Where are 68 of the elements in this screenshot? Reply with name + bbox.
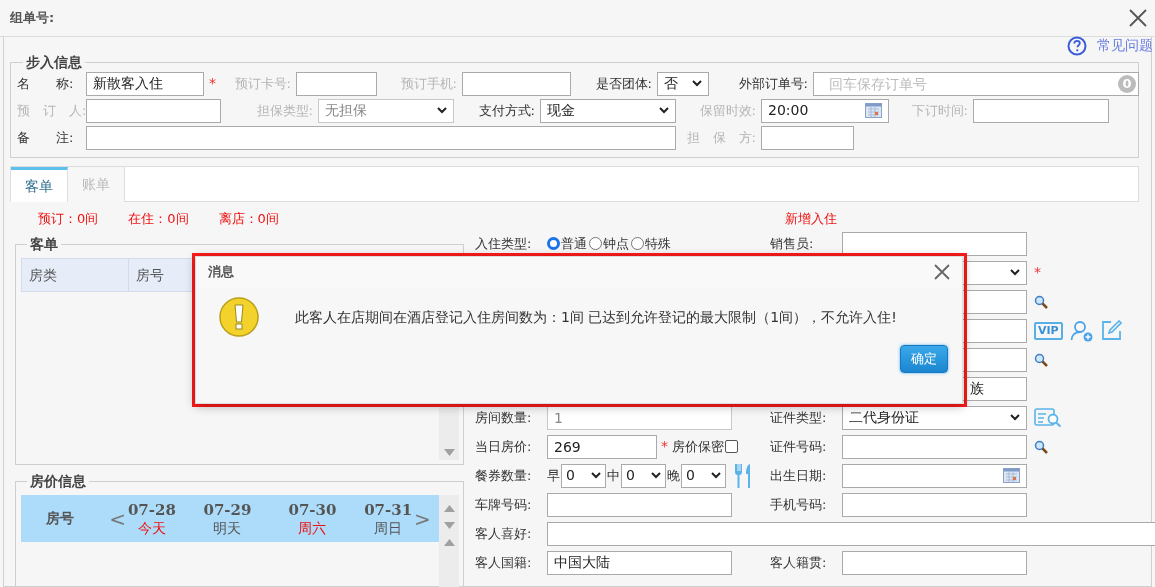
section-title: 新增入住 [785, 209, 837, 228]
dropdown[interactable]: 否 [657, 71, 709, 96]
field-label: 中 [607, 466, 620, 485]
field-label: 备 注: [17, 128, 75, 147]
field-label: 外部订单号: [737, 74, 809, 93]
radio-option[interactable]: 特殊 [631, 233, 671, 254]
dialog-message: 此客人在店期间在酒店登记入住房间数为：1间 已达到允许登记的最大限制（1间），不允许入住! [295, 307, 897, 327]
dropdown[interactable]: 0 [681, 463, 726, 488]
day-label: 明天 [213, 518, 242, 537]
section-title: 房价信息 [29, 473, 87, 489]
field-label: 证件类型: [770, 408, 828, 427]
tab[interactable]: 客单 [11, 167, 68, 202]
dropdown[interactable]: 现金 [540, 98, 676, 123]
section-title: 步入信息 [25, 54, 83, 70]
day-label: 周六 [298, 518, 327, 537]
field-label: 出生日期: [770, 466, 828, 485]
dialog-title: 消息 [208, 263, 234, 282]
field-label: 入住类型: [475, 234, 533, 253]
window-title: 组单号: [10, 9, 55, 28]
input-field[interactable]: 新散客入住 [86, 71, 204, 96]
field-label: 预 订 人: [17, 101, 86, 120]
date-label: 07-29 [203, 500, 252, 519]
field-label: 证件号码: [770, 437, 828, 456]
field-label: 支付方式: [477, 101, 536, 120]
field-label: 房间数量: [475, 408, 533, 427]
dropdown[interactable]: 二代身份证 [842, 405, 1027, 430]
required-mark: * [1034, 263, 1041, 282]
count-label: 在住：0间 [128, 209, 189, 228]
field-label: 晚 [667, 466, 680, 485]
radio-option[interactable]: 普通 [547, 233, 587, 254]
section-title: 客单 [29, 236, 59, 252]
field-label: 车牌号码: [475, 495, 533, 514]
field-label: 预订卡号: [233, 74, 292, 93]
field-label: 预订手机: [399, 74, 458, 93]
field-label: 保留时效: [698, 101, 757, 120]
field-label: 客人国籍: [475, 553, 533, 572]
field-label: 名 称: [17, 74, 75, 93]
help-link[interactable]: 常见问题 [1097, 35, 1153, 56]
field-label: 担 保 方: [685, 128, 757, 147]
field-label: 销售员: [770, 234, 815, 253]
date-label: 07-31 [364, 500, 413, 519]
field-label: 手机号码: [770, 495, 828, 514]
count-label: 离店：0间 [218, 209, 279, 228]
count-label: 预订：0间 [38, 209, 99, 228]
field-label: 担保类型: [255, 101, 314, 120]
required-mark: * [661, 437, 668, 456]
field-label: 早 [547, 466, 560, 485]
required-mark: * [209, 74, 216, 93]
column-header: 房类 [22, 259, 129, 291]
field-label: 是否团体: [594, 74, 653, 93]
radio-option[interactable]: 钟点 [589, 233, 629, 254]
column-header: 房号 [135, 265, 165, 285]
input-field[interactable]: 中国大陆 [547, 550, 732, 575]
field-label: 当日房价: [475, 437, 533, 456]
field-label: 下订时间: [910, 101, 969, 120]
dropdown[interactable]: 0 [561, 463, 606, 488]
date-field[interactable]: 20:00 [761, 98, 889, 123]
day-label: 周日 [374, 518, 403, 537]
date-label: 07-30 [288, 500, 337, 519]
dropdown[interactable]: 0 [621, 463, 666, 488]
column-header: 房号 [45, 509, 75, 528]
field-label: 餐券数量: [475, 466, 533, 485]
field-label: 客人喜好: [475, 524, 533, 543]
day-label: 今天 [137, 518, 166, 537]
date-label: 07-28 [127, 500, 176, 519]
checkbox[interactable]: 房价保密 [672, 436, 738, 457]
input-field[interactable]: 269 [547, 434, 657, 459]
field-label: 客人籍贯: [770, 553, 828, 572]
